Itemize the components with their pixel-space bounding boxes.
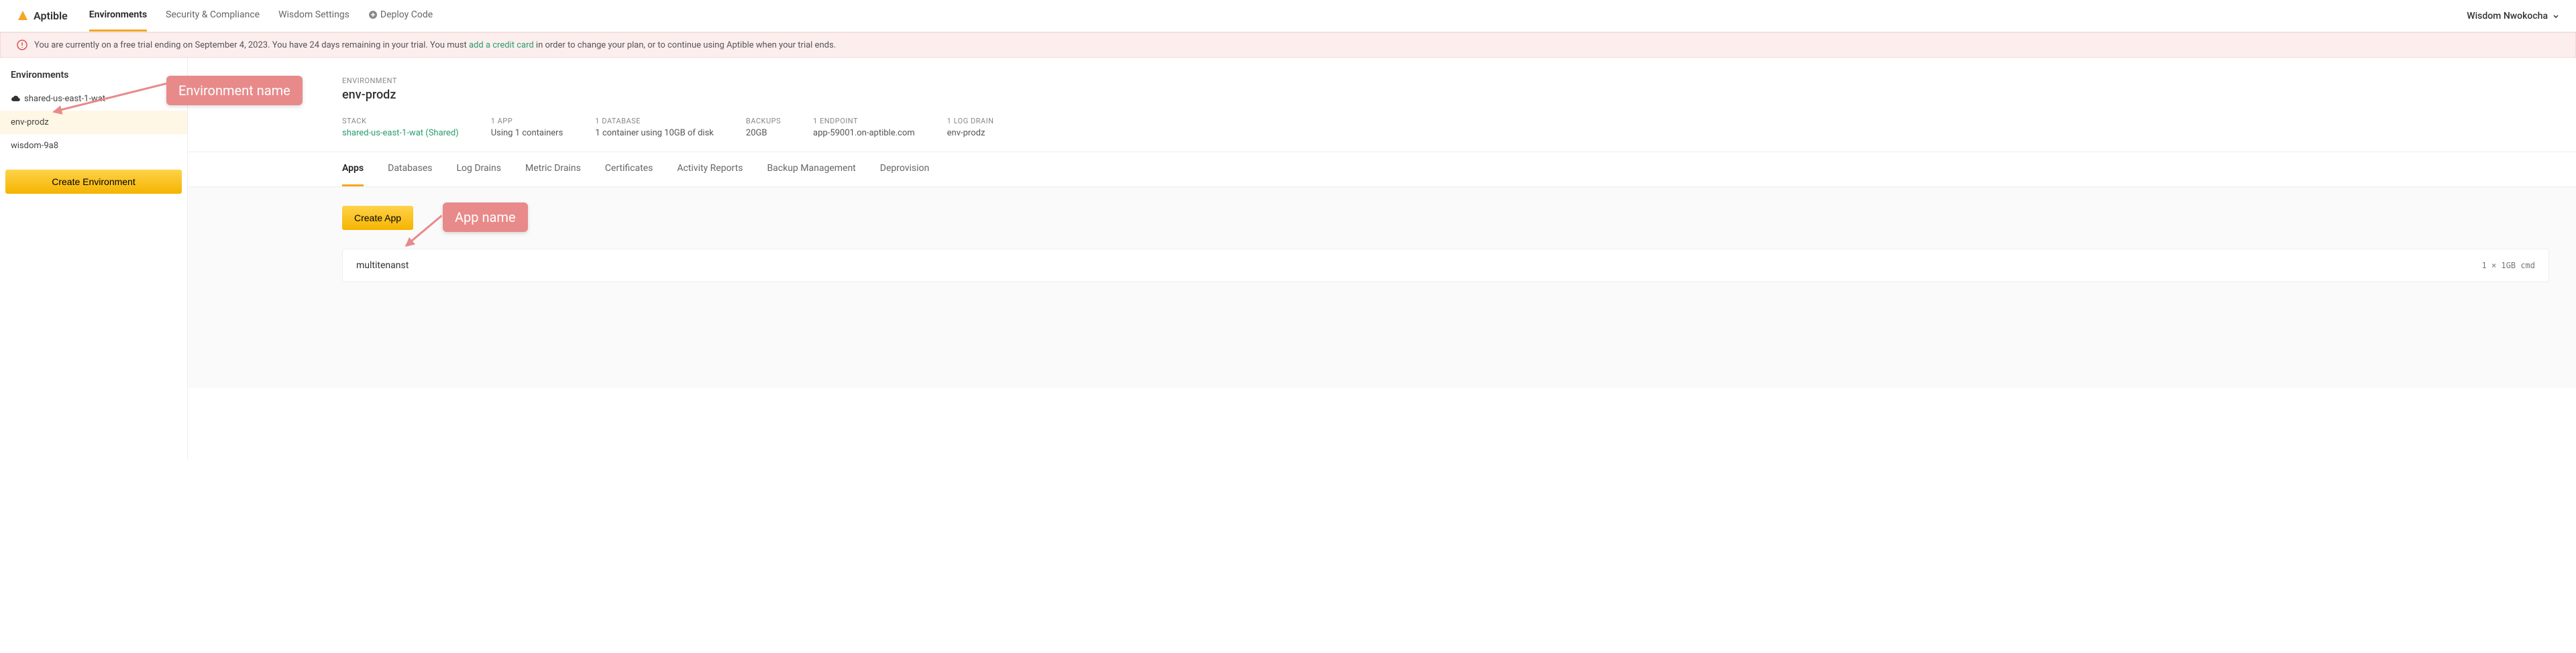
brand-name: Aptible bbox=[34, 9, 68, 22]
annotation-environment-name: Environment name bbox=[166, 76, 303, 105]
subtab-databases[interactable]: Databases bbox=[388, 152, 432, 186]
environment-meta-row: STACK shared-us-east-1-wat (Shared) 1 AP… bbox=[342, 117, 2549, 138]
subtab-metricdrains[interactable]: Metric Drains bbox=[525, 152, 581, 186]
meta-apps: 1 APP Using 1 containers bbox=[491, 117, 564, 138]
environment-name: env-prodz bbox=[342, 88, 2549, 102]
user-menu[interactable]: Wisdom Nwokocha bbox=[2467, 11, 2560, 21]
subtab-backup[interactable]: Backup Management bbox=[767, 152, 855, 186]
nav-tabs: Environments Security & Compliance Wisdo… bbox=[89, 0, 433, 32]
main-content: ENVIRONMENT env-prodz STACK shared-us-ea… bbox=[188, 58, 2576, 460]
create-environment-button[interactable]: Create Environment bbox=[5, 170, 182, 194]
app-name: multitenanst bbox=[356, 260, 409, 271]
add-credit-card-link[interactable]: add a credit card bbox=[469, 40, 534, 50]
user-name: Wisdom Nwokocha bbox=[2467, 11, 2548, 21]
subtabs-wrap: Apps Databases Log Drains Metric Drains … bbox=[188, 152, 2576, 187]
subtab-certificates[interactable]: Certificates bbox=[605, 152, 653, 186]
create-app-button[interactable]: Create App bbox=[342, 206, 413, 230]
aptible-logo-icon bbox=[16, 9, 30, 23]
annotation-app-name: App name bbox=[443, 202, 528, 232]
logo[interactable]: Aptible bbox=[16, 9, 68, 23]
environment-label: ENVIRONMENT bbox=[342, 76, 2549, 85]
banner-text: You are currently on a free trial ending… bbox=[34, 40, 836, 50]
meta-endpoint: 1 ENDPOINT app-59001.on-aptible.com bbox=[813, 117, 915, 138]
sidebar-item-env-prodz[interactable]: env-prodz bbox=[0, 111, 187, 134]
subtab-apps[interactable]: Apps bbox=[342, 152, 364, 186]
nav-tab-wisdom-settings[interactable]: Wisdom Settings bbox=[278, 0, 350, 32]
sidebar-item-stack[interactable]: shared-us-east-1-wat bbox=[0, 87, 187, 111]
nav-tab-security[interactable]: Security & Compliance bbox=[166, 0, 260, 32]
subtabs: Apps Databases Log Drains Metric Drains … bbox=[342, 152, 2549, 186]
subtab-deprovision[interactable]: Deprovision bbox=[880, 152, 930, 186]
app-row[interactable]: multitenanst 1 × 1GB cmd bbox=[342, 249, 2549, 282]
app-spec: 1 × 1GB cmd bbox=[2482, 261, 2535, 270]
chevron-down-icon bbox=[2552, 12, 2560, 20]
subtab-activity[interactable]: Activity Reports bbox=[677, 152, 743, 186]
nav-tab-environments[interactable]: Environments bbox=[89, 0, 147, 32]
alert-icon bbox=[17, 40, 28, 50]
cloud-icon bbox=[11, 95, 20, 104]
apps-content: Create App multitenanst 1 × 1GB cmd bbox=[188, 187, 2576, 388]
meta-stack: STACK shared-us-east-1-wat (Shared) bbox=[342, 117, 459, 138]
sidebar-item-wisdom[interactable]: wisdom-9a8 bbox=[0, 134, 187, 158]
plus-circle-icon bbox=[368, 10, 378, 19]
meta-logdrain: 1 LOG DRAIN env-prodz bbox=[947, 117, 994, 138]
meta-database: 1 DATABASE 1 container using 10GB of dis… bbox=[595, 117, 714, 138]
top-nav: Aptible Environments Security & Complian… bbox=[0, 0, 2576, 32]
environment-header: ENVIRONMENT env-prodz STACK shared-us-ea… bbox=[188, 58, 2576, 152]
trial-banner: You are currently on a free trial ending… bbox=[0, 32, 2576, 58]
sidebar: Environments shared-us-east-1-wat env-pr… bbox=[0, 58, 188, 460]
nav-tab-deploy-code[interactable]: Deploy Code bbox=[368, 0, 433, 32]
subtab-logdrains[interactable]: Log Drains bbox=[456, 152, 501, 186]
meta-backups: BACKUPS 20GB bbox=[746, 117, 781, 138]
stack-link[interactable]: shared-us-east-1-wat (Shared) bbox=[342, 128, 459, 138]
